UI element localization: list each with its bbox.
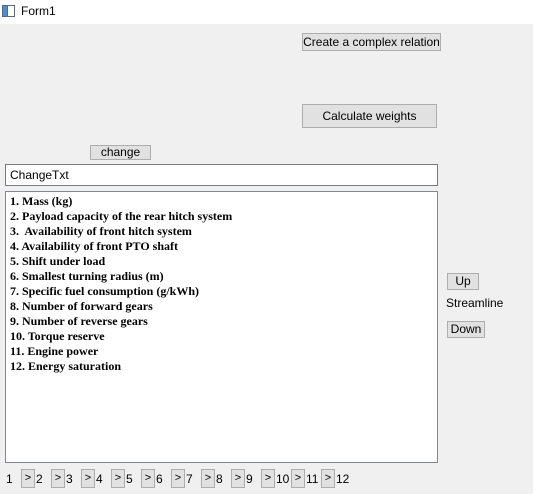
- swap-arrow-button[interactable]: >: [21, 469, 35, 488]
- list-item[interactable]: 4. Availability of front PTO shaft: [10, 239, 437, 254]
- position-number: 10: [276, 472, 290, 486]
- position-number: 1: [6, 472, 13, 486]
- swap-arrow-button[interactable]: >: [111, 469, 125, 488]
- criteria-listbox[interactable]: 1. Mass (kg) 2. Payload capacity of the …: [5, 191, 438, 463]
- list-item[interactable]: 5. Shift under load: [10, 254, 437, 269]
- swap-arrow-button[interactable]: >: [141, 469, 155, 488]
- calculate-weights-button[interactable]: Calculate weights: [302, 104, 437, 128]
- swap-arrow-button[interactable]: >: [321, 469, 335, 488]
- swap-arrow-button[interactable]: >: [201, 469, 215, 488]
- position-number: 11: [306, 472, 319, 486]
- list-item[interactable]: 10. Torque reserve: [10, 329, 437, 344]
- position-number: 7: [186, 472, 193, 486]
- move-up-button[interactable]: Up: [447, 273, 479, 290]
- list-item[interactable]: 6. Smallest turning radius (m): [10, 269, 437, 284]
- swap-arrow-button[interactable]: >: [81, 469, 95, 488]
- list-item[interactable]: 11. Engine power: [10, 344, 437, 359]
- list-item[interactable]: 12. Energy saturation: [10, 359, 437, 374]
- swap-arrow-button[interactable]: >: [291, 469, 305, 488]
- change-text-input[interactable]: [5, 164, 438, 186]
- list-item[interactable]: 3. Availability of front hitch system: [10, 224, 437, 239]
- list-item[interactable]: 8. Number of forward gears: [10, 299, 437, 314]
- swap-arrow-button[interactable]: >: [231, 469, 245, 488]
- list-item[interactable]: 1. Mass (kg): [10, 194, 437, 209]
- list-item[interactable]: 2. Payload capacity of the rear hitch sy…: [10, 209, 437, 224]
- change-button[interactable]: change: [90, 145, 151, 160]
- position-number: 5: [126, 472, 133, 486]
- title-bar: Form1: [0, 0, 537, 24]
- app-window-icon: [2, 5, 15, 17]
- window-frame-right: [533, 24, 537, 502]
- move-down-button[interactable]: Down: [447, 321, 485, 338]
- position-number: 6: [156, 472, 163, 486]
- window-title: Form1: [21, 4, 56, 18]
- swap-arrow-button[interactable]: >: [261, 469, 275, 488]
- position-nav-row: 1 > 2 > 3 > 4 > 5 > 6 > 7 > 8 > 9 > 10 >…: [6, 469, 526, 488]
- position-number: 4: [96, 472, 103, 486]
- position-number: 12: [336, 472, 350, 486]
- position-number: 9: [246, 472, 253, 486]
- list-item[interactable]: 7. Specific fuel consumption (g/kWh): [10, 284, 437, 299]
- list-item[interactable]: 9. Number of reverse gears: [10, 314, 437, 329]
- create-complex-relation-button[interactable]: Create a complex relation: [302, 33, 441, 51]
- position-number: 8: [216, 472, 223, 486]
- position-number: 2: [36, 472, 43, 486]
- window-frame-bottom: [0, 494, 537, 502]
- position-number: 3: [66, 472, 73, 486]
- streamline-label: Streamline: [446, 296, 504, 310]
- swap-arrow-button[interactable]: >: [171, 469, 185, 488]
- swap-arrow-button[interactable]: >: [51, 469, 65, 488]
